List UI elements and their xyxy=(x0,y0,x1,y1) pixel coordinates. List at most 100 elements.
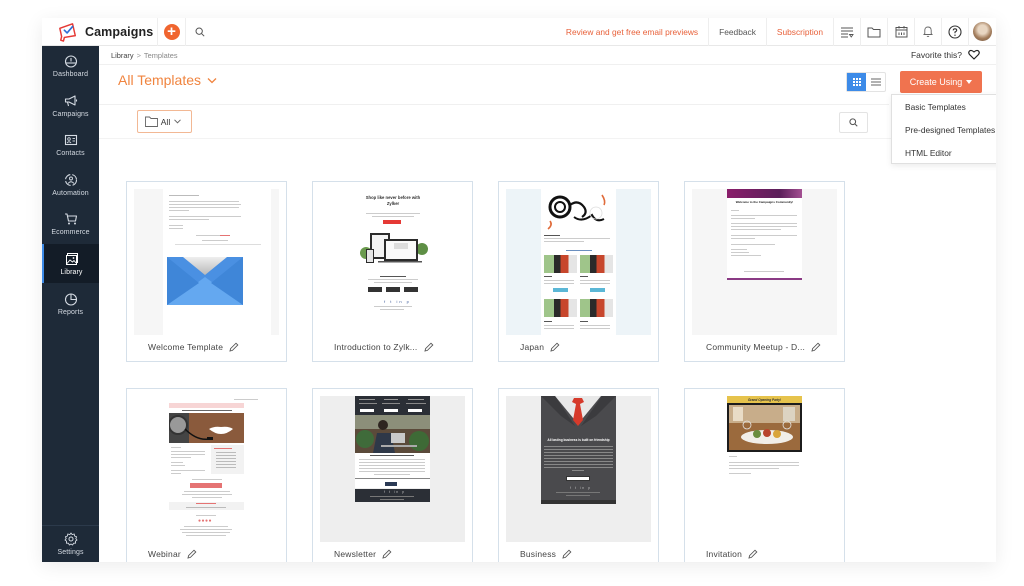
sidebar-item-label: Settings xyxy=(57,549,84,556)
menu-item-predesigned-templates[interactable]: Pre-designed Templates xyxy=(892,118,996,141)
subscription-link[interactable]: Subscription xyxy=(767,18,834,46)
breadcrumb-separator: > xyxy=(136,51,141,60)
list-view-button[interactable] xyxy=(866,73,885,91)
template-card[interactable]: Grand Opening Party! Invitation xyxy=(684,388,845,562)
brand[interactable]: Campaigns xyxy=(42,18,158,46)
template-card[interactable]: f t in p Newsletter xyxy=(312,388,473,562)
pencil-icon[interactable] xyxy=(550,342,560,352)
template-name-text: Community Meetup - D... xyxy=(706,342,806,352)
menu-item-basic-templates[interactable]: Basic Templates xyxy=(892,95,996,118)
template-thumbnail-newsletter[interactable]: f t in p xyxy=(320,396,465,542)
template-thumbnail-japan[interactable] xyxy=(506,189,651,335)
template-name: Business xyxy=(520,549,572,559)
pencil-icon[interactable] xyxy=(382,549,392,559)
contact-card-icon xyxy=(64,134,77,145)
folder-button[interactable] xyxy=(861,18,888,46)
sidebar-item-reports[interactable]: Reports xyxy=(42,284,99,323)
template-thumbnail-business[interactable]: All lasting business is built on friends… xyxy=(506,396,651,542)
template-name: Welcome Template xyxy=(148,342,239,352)
folder-filter-dropdown[interactable]: All xyxy=(137,110,192,133)
sidebar-item-label: Library xyxy=(60,268,83,276)
template-card[interactable]: Welcome to the Campaigns Community! Comm… xyxy=(684,181,845,362)
favorite-label: Favorite this? xyxy=(910,49,962,60)
template-card[interactable]: ●●●● Webinar xyxy=(126,388,287,562)
template-thumbnail-introduction[interactable]: Shop like never before with Zylker f t i… xyxy=(320,189,465,335)
template-thumbnail-community-meetup[interactable]: Welcome to the Campaigns Community! xyxy=(692,189,837,335)
help-button[interactable] xyxy=(942,18,969,46)
top-bar: Campaigns + Review and get free email pr… xyxy=(42,18,996,46)
template-card[interactable]: Shop like never before with Zylker f t i… xyxy=(312,181,473,362)
template-card[interactable]: Japan xyxy=(498,181,659,362)
sidebar-item-label: Contacts xyxy=(56,149,85,157)
template-card[interactable]: All lasting business is built on friends… xyxy=(498,388,659,562)
profile-button[interactable] xyxy=(969,18,996,46)
favorite-toggle[interactable]: Favorite this? xyxy=(911,49,980,60)
sidebar-item-automation[interactable]: Automation xyxy=(42,165,99,204)
template-thumbnail-welcome[interactable] xyxy=(134,189,279,335)
pencil-icon[interactable] xyxy=(229,342,239,352)
calendar-button[interactable] xyxy=(888,18,915,46)
campaigns-logo-icon xyxy=(59,22,77,42)
template-search-button[interactable] xyxy=(839,112,868,133)
search-icon xyxy=(849,118,858,127)
cart-icon xyxy=(64,212,77,224)
devices-illustration xyxy=(360,233,428,263)
template-name: Introduction to Zylk... xyxy=(334,342,434,352)
pie-chart-icon xyxy=(64,292,77,306)
pencil-icon[interactable] xyxy=(748,549,758,559)
template-name: Newsletter xyxy=(334,549,392,559)
sidebar-item-library[interactable]: Library xyxy=(42,244,99,283)
pencil-icon[interactable] xyxy=(811,342,821,352)
dinner-photo xyxy=(727,403,802,452)
pencil-icon[interactable] xyxy=(187,549,197,559)
envelope-illustration xyxy=(167,257,243,305)
template-name-text: Invitation xyxy=(706,549,743,559)
grid-view-button[interactable] xyxy=(847,73,866,91)
feedback-link[interactable]: Feedback xyxy=(709,18,767,46)
heart-icon xyxy=(968,49,980,60)
template-name-text: Welcome Template xyxy=(148,342,224,352)
thumbnail-heading: Grand Opening Party! xyxy=(747,397,782,402)
megaphone-icon xyxy=(64,94,77,106)
template-name: Community Meetup - D... xyxy=(706,342,821,352)
notifications-button[interactable] xyxy=(915,18,942,46)
breadcrumb-library[interactable]: Library xyxy=(111,51,134,60)
divider xyxy=(99,138,996,139)
template-view-selector[interactable]: All Templates xyxy=(118,72,217,88)
image-library-icon xyxy=(65,252,78,265)
create-using-label: Create Using xyxy=(909,77,963,87)
list-filter-button[interactable] xyxy=(834,18,861,46)
create-using-button[interactable]: Create Using xyxy=(900,71,982,93)
pencil-icon[interactable] xyxy=(423,342,434,352)
template-thumbnail-invitation[interactable]: Grand Opening Party! xyxy=(692,396,837,542)
sidebar-item-dashboard[interactable]: Dashboard xyxy=(42,46,99,85)
sidebar-item-ecommerce[interactable]: Ecommerce xyxy=(42,204,99,243)
sidebar-item-contacts[interactable]: Contacts xyxy=(42,125,99,164)
sidebar-item-campaigns[interactable]: Campaigns xyxy=(42,86,99,125)
template-name-text: Webinar xyxy=(148,549,181,559)
global-search-button[interactable] xyxy=(186,18,214,46)
breadcrumb: Library > Templates xyxy=(111,51,178,60)
quick-add-button[interactable]: + xyxy=(158,18,186,46)
sidebar: Dashboard Campaigns Contacts Automation … xyxy=(42,46,99,562)
pencil-icon[interactable] xyxy=(562,549,572,559)
app-window: Campaigns + Review and get free email pr… xyxy=(42,18,996,562)
email-previews-link[interactable]: Review and get free email previews xyxy=(556,18,710,46)
template-name: Japan xyxy=(520,342,560,352)
create-using-menu: Basic Templates Pre-designed Templates H… xyxy=(891,94,996,164)
automation-icon xyxy=(64,173,77,186)
template-card[interactable]: Welcome Template xyxy=(126,181,287,362)
list-filter-icon xyxy=(841,27,854,38)
menu-item-html-editor[interactable]: HTML Editor xyxy=(892,141,996,164)
template-thumbnail-webinar[interactable]: ●●●● xyxy=(134,396,279,542)
grid-icon xyxy=(852,78,861,86)
social-icons: f t in p xyxy=(384,299,411,304)
template-name: Webinar xyxy=(148,549,197,559)
template-name-text: Introduction to Zylk... xyxy=(334,342,418,352)
sidebar-item-settings[interactable]: Settings xyxy=(42,525,99,562)
sidebar-item-label: Automation xyxy=(52,189,89,197)
divider xyxy=(99,104,889,105)
template-name-text: Newsletter xyxy=(334,549,377,559)
gauge-icon xyxy=(64,54,77,68)
headset-photo xyxy=(169,413,244,443)
